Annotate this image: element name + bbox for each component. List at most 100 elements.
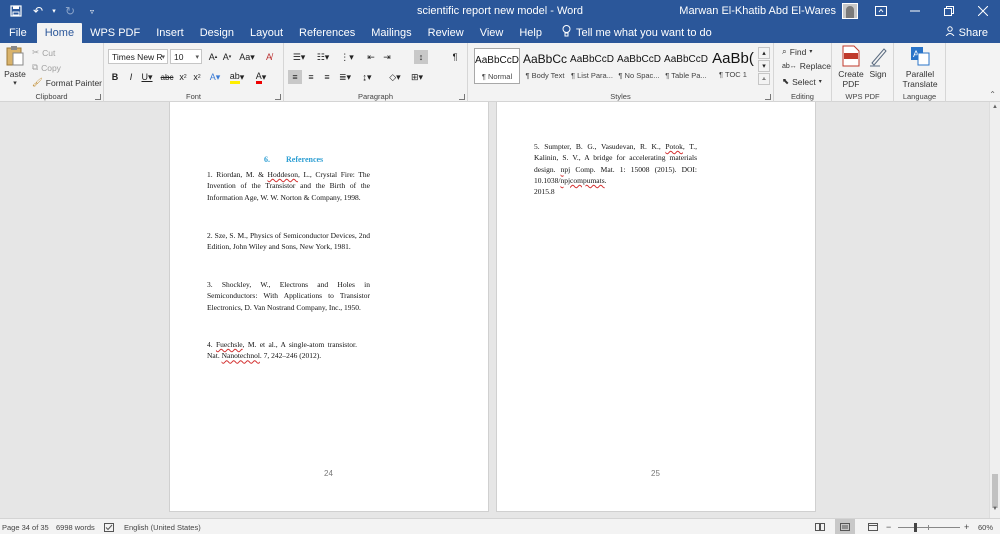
- sort-icon[interactable]: ↕: [414, 50, 428, 64]
- sign-button[interactable]: Sign: [866, 45, 890, 79]
- copy-button[interactable]: ⧉ Copy: [32, 62, 61, 73]
- bullets-icon[interactable]: ☰▾: [288, 50, 310, 64]
- zoom-out-icon[interactable]: −: [886, 519, 891, 534]
- clipboard-launcher-icon[interactable]: [95, 94, 101, 100]
- tab-mailings[interactable]: Mailings: [363, 22, 419, 43]
- format-painter-button[interactable]: 🖌 Format Painter: [32, 77, 102, 88]
- subscript-button[interactable]: x2: [176, 70, 190, 84]
- font-size-dropdown[interactable]: 10 ▾: [170, 49, 202, 64]
- tab-design[interactable]: Design: [192, 22, 242, 43]
- clear-formatting-icon[interactable]: A̸: [262, 50, 276, 64]
- page-count[interactable]: Page 34 of 35: [2, 519, 49, 534]
- zoom-slider-thumb[interactable]: [914, 522, 917, 532]
- change-case-icon[interactable]: Aa▾: [238, 50, 256, 64]
- font-launcher-icon[interactable]: [275, 94, 281, 100]
- scrollbar-thumb[interactable]: [992, 474, 998, 508]
- decrease-indent-icon[interactable]: ⇤: [364, 50, 378, 64]
- borders-icon[interactable]: ⊞▾: [408, 70, 426, 84]
- align-left-icon[interactable]: ≡: [288, 70, 302, 84]
- style-toc-1[interactable]: AaBb( ¶ TOC 1: [710, 48, 756, 84]
- word-count[interactable]: 6998 words: [56, 519, 95, 534]
- multilevel-list-icon[interactable]: ⋮▾: [336, 50, 358, 64]
- zoom-in-icon[interactable]: +: [964, 519, 969, 534]
- redo-icon[interactable]: ↻: [60, 2, 80, 20]
- language-indicator[interactable]: English (United States): [124, 519, 201, 534]
- style-normal[interactable]: AaBbCcD ¶ Normal: [474, 48, 520, 84]
- tab-review[interactable]: Review: [420, 22, 472, 43]
- cut-button[interactable]: ✂ Cut: [32, 47, 55, 58]
- tab-layout[interactable]: Layout: [242, 22, 291, 43]
- tab-wps-pdf[interactable]: WPS PDF: [82, 22, 148, 43]
- create-pdf-button[interactable]: Create PDF: [837, 45, 865, 89]
- paste-button[interactable]: Paste ▾: [3, 45, 27, 87]
- align-center-icon[interactable]: ≡: [304, 70, 318, 84]
- shading-icon[interactable]: ◇▾: [386, 70, 404, 84]
- customize-qat-icon[interactable]: ▿: [82, 2, 102, 20]
- collapse-ribbon-icon[interactable]: ⌃: [989, 90, 996, 99]
- select-label: Select: [792, 76, 816, 87]
- styles-more-icon[interactable]: ⩡: [758, 73, 770, 85]
- styles-launcher-icon[interactable]: [765, 94, 771, 100]
- show-marks-icon[interactable]: ¶: [448, 50, 462, 64]
- tab-home[interactable]: Home: [36, 23, 83, 43]
- page-left[interactable]: 6. References 1. Riordan, M. & Hoddeson,…: [169, 102, 489, 512]
- scroll-up-icon[interactable]: ▲: [990, 104, 1000, 114]
- tab-references[interactable]: References: [291, 22, 363, 43]
- strikethrough-button[interactable]: abc: [160, 70, 174, 84]
- web-layout-icon[interactable]: [868, 519, 878, 534]
- line-spacing-icon[interactable]: ↨▾: [358, 70, 376, 84]
- tell-me-box[interactable]: Tell me what you want to do: [562, 22, 712, 43]
- share-button[interactable]: Share: [945, 22, 988, 43]
- font-name-dropdown[interactable]: Times New R ▾: [108, 49, 168, 64]
- zoom-slider[interactable]: [898, 519, 960, 534]
- style-table-paragraph[interactable]: AaBbCcD ¶ Table Pa...: [663, 48, 709, 84]
- increase-indent-icon[interactable]: ⇥: [380, 50, 394, 64]
- parallel-translate-label-1: Parallel: [905, 69, 935, 79]
- save-icon[interactable]: [6, 2, 26, 20]
- style-list-paragraph[interactable]: AaBbCcD ¶ List Para...: [569, 48, 615, 84]
- style-no-spacing[interactable]: AaBbCcD ¶ No Spac...: [616, 48, 662, 84]
- numbering-icon[interactable]: ☷▾: [312, 50, 334, 64]
- tab-help[interactable]: Help: [511, 22, 550, 43]
- style-body-text[interactable]: AaBbCc ¶ Body Text: [522, 48, 568, 84]
- styles-scroll-down-icon[interactable]: ▾: [758, 60, 770, 72]
- ribbon-display-options-icon[interactable]: [864, 0, 898, 22]
- superscript-button[interactable]: x2: [190, 70, 204, 84]
- styles-scroll-up-icon[interactable]: ▴: [758, 47, 770, 59]
- zoom-level[interactable]: 60%: [978, 519, 993, 534]
- replace-button[interactable]: ab↔ Replace: [782, 61, 831, 71]
- tab-view[interactable]: View: [472, 22, 512, 43]
- restore-icon[interactable]: [932, 0, 966, 22]
- find-button[interactable]: ⌕ Find ▾: [782, 46, 812, 57]
- print-layout-icon[interactable]: [835, 519, 855, 534]
- undo-dropdown-icon[interactable]: ▾: [50, 2, 58, 20]
- vertical-scrollbar[interactable]: ▲ ▼: [989, 102, 1000, 518]
- undo-icon[interactable]: ↶: [28, 2, 48, 20]
- language-group: A Parallel Translate Language: [894, 43, 946, 102]
- reference-5: 5. Sumpter, B. G., Vasudevan, R. K., Pot…: [534, 142, 698, 197]
- scroll-down-icon[interactable]: ▼: [990, 506, 1000, 516]
- underline-button[interactable]: U▾: [140, 70, 154, 84]
- tab-insert[interactable]: Insert: [148, 22, 192, 43]
- text-effects-icon[interactable]: A▾: [208, 70, 222, 84]
- account-area[interactable]: Marwan El-Khatib Abd El-Wares: [679, 0, 858, 22]
- minimize-icon[interactable]: [898, 0, 932, 22]
- document-area[interactable]: 6. References 1. Riordan, M. & Hoddeson,…: [0, 102, 1000, 518]
- parallel-translate-button[interactable]: A Parallel Translate: [898, 45, 942, 89]
- align-right-icon[interactable]: ≡: [320, 70, 334, 84]
- read-mode-icon[interactable]: [815, 519, 825, 534]
- bold-button[interactable]: B: [108, 70, 122, 84]
- grow-font-icon[interactable]: A ▴: [206, 50, 220, 64]
- italic-button[interactable]: I: [124, 70, 138, 84]
- avatar[interactable]: [842, 3, 858, 19]
- proofing-icon[interactable]: [104, 519, 114, 534]
- font-color-icon[interactable]: A ▾: [254, 70, 268, 84]
- page-right[interactable]: 5. Sumpter, B. G., Vasudevan, R. K., Pot…: [496, 102, 816, 512]
- close-icon[interactable]: [966, 0, 1000, 22]
- justify-icon[interactable]: ≣▾: [336, 70, 354, 84]
- tab-file[interactable]: File: [0, 22, 37, 43]
- select-button[interactable]: ⬉ Select ▾: [782, 76, 822, 87]
- paragraph-launcher-icon[interactable]: [459, 94, 465, 100]
- shrink-font-icon[interactable]: A ▾: [220, 50, 234, 64]
- highlight-icon[interactable]: ab ▾: [229, 70, 244, 84]
